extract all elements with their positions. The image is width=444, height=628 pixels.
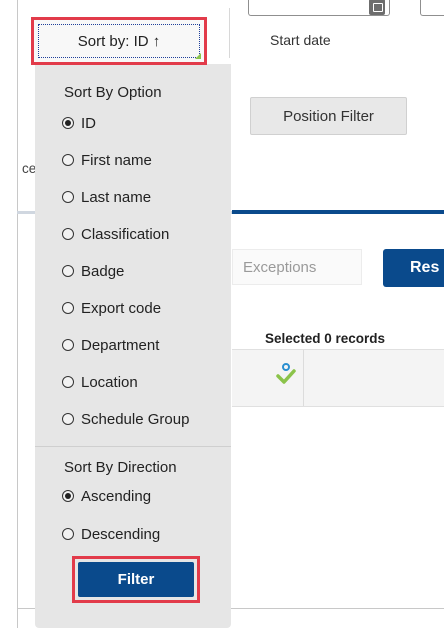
sort-option-schedule-group[interactable]: Schedule Group: [62, 409, 189, 429]
radio-icon[interactable]: [62, 339, 74, 351]
sort-option-label: Export code: [81, 299, 162, 317]
table-row[interactable]: [232, 349, 444, 407]
sort-option-export-code[interactable]: Export code: [62, 298, 161, 318]
sort-option-classification[interactable]: Classification: [62, 224, 169, 244]
reset-button-label: Res: [410, 259, 440, 276]
sort-direction-label: Descending: [81, 525, 161, 543]
sort-direction-label: Ascending: [81, 487, 152, 505]
content-frame-left-border: [17, 0, 18, 628]
sort-direction-descending[interactable]: Descending: [62, 524, 160, 544]
exceptions-field[interactable]: Exceptions: [232, 249, 362, 285]
position-filter-button[interactable]: Position Filter: [250, 97, 407, 135]
radio-icon[interactable]: [62, 376, 74, 388]
sort-option-first-name[interactable]: First name: [62, 150, 152, 170]
end-date-input[interactable]: [420, 0, 444, 16]
sort-option-label: ID: [81, 114, 96, 132]
sort-option-label: First name: [81, 151, 152, 169]
sort-direction-ascending[interactable]: Ascending: [62, 486, 151, 506]
radio-icon[interactable]: [62, 302, 74, 314]
row-divider: [303, 350, 304, 406]
sort-option-label: Location: [81, 373, 138, 391]
radio-icon[interactable]: [62, 413, 74, 425]
exceptions-label: Exceptions: [243, 258, 317, 276]
position-filter-label: Position Filter: [283, 107, 374, 125]
sort-by-dropdown-toggle[interactable]: Sort by: ID ↑: [31, 17, 207, 65]
sort-option-label: Department: [81, 336, 160, 354]
active-tab-indicator: [232, 210, 444, 214]
radio-icon[interactable]: [62, 265, 74, 277]
panel-divider: [35, 446, 231, 447]
filter-button-highlight: Filter: [72, 556, 200, 603]
start-date-label: Start date: [270, 32, 331, 48]
sort-option-heading: Sort By Option: [64, 84, 162, 101]
radio-icon[interactable]: [62, 154, 74, 166]
sort-by-label: Sort by: ID ↑: [77, 32, 161, 50]
sort-option-label: Schedule Group: [81, 410, 190, 428]
sort-option-label: Badge: [81, 262, 125, 280]
approved-check-icon[interactable]: [275, 362, 297, 386]
resize-grip-icon: [195, 53, 201, 59]
radio-icon[interactable]: [62, 191, 74, 203]
sort-option-department[interactable]: Department: [62, 335, 159, 355]
sort-option-id[interactable]: ID: [62, 113, 96, 133]
sort-dropdown-panel: Sort By Option ID First name Last name C…: [35, 64, 231, 628]
calendar-icon[interactable]: [369, 0, 385, 15]
sort-direction-heading: Sort By Direction: [64, 459, 177, 476]
radio-icon[interactable]: [62, 228, 74, 240]
sort-option-label: Last name: [81, 188, 152, 206]
radio-icon[interactable]: [62, 528, 74, 540]
radio-checked-icon[interactable]: [62, 490, 74, 502]
radio-checked-icon[interactable]: [62, 117, 74, 129]
sort-option-location[interactable]: Location: [62, 372, 138, 392]
selected-records-count: Selected 0 records: [265, 331, 386, 346]
sort-option-label: Classification: [81, 225, 170, 243]
sort-option-last-name[interactable]: Last name: [62, 187, 151, 207]
column-divider: [229, 8, 230, 58]
filter-button-label: Filter: [117, 571, 155, 588]
sort-option-badge[interactable]: Badge: [62, 261, 124, 281]
filter-button[interactable]: Filter: [78, 562, 194, 597]
reset-button[interactable]: Res: [383, 249, 444, 287]
